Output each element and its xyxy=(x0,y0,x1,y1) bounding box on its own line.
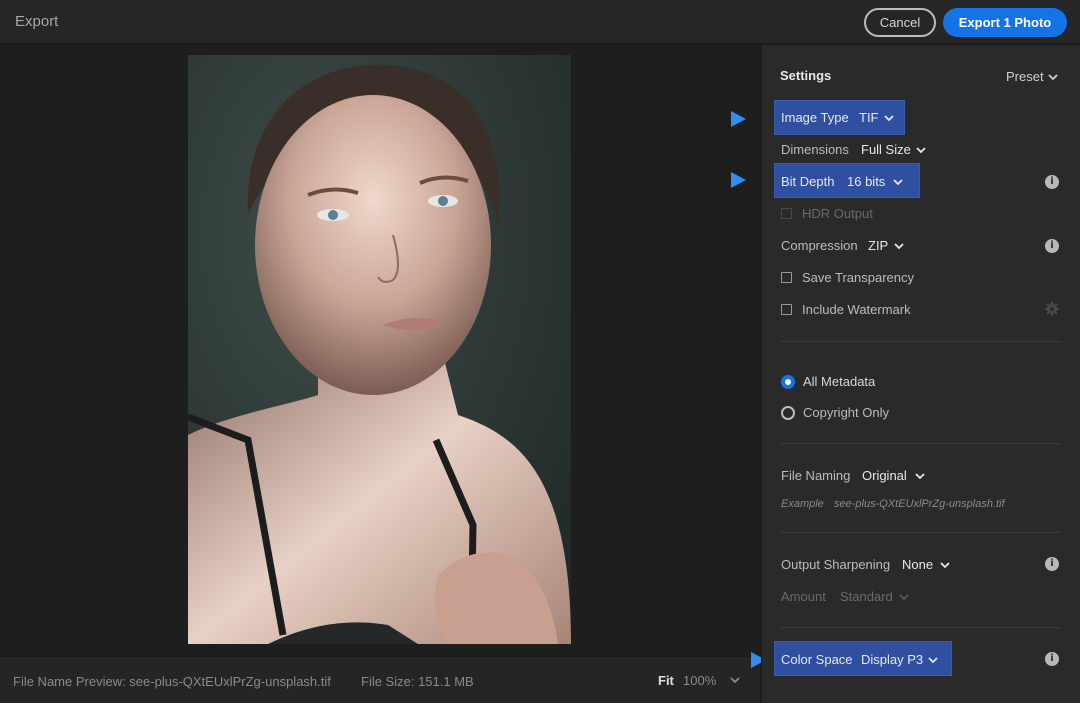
chevron-down-icon[interactable] xyxy=(939,560,951,570)
amount-label: Amount xyxy=(781,589,826,604)
info-icon[interactable]: i xyxy=(1045,652,1059,666)
hdr-output-label: HDR Output xyxy=(802,206,873,221)
chevron-down-icon[interactable] xyxy=(893,241,905,251)
chevron-down-icon[interactable] xyxy=(927,655,939,665)
chevron-down-icon[interactable] xyxy=(892,177,904,187)
all-metadata-radio[interactable] xyxy=(781,375,795,389)
gear-icon[interactable] xyxy=(1044,301,1060,317)
file-name-preview: File Name Preview: see-plus-QXtEUxlPrZg-… xyxy=(13,674,331,689)
fit-button[interactable]: Fit xyxy=(658,673,674,688)
chevron-down-icon[interactable] xyxy=(883,113,895,123)
info-icon[interactable]: i xyxy=(1045,557,1059,571)
pointer-arrow-icon xyxy=(731,172,746,188)
settings-header: Settings xyxy=(780,68,832,83)
chevron-down-icon[interactable] xyxy=(729,673,741,687)
pointer-arrow-icon xyxy=(731,111,746,127)
dimensions-dropdown[interactable]: Full Size xyxy=(861,142,911,157)
image-type-dropdown[interactable]: TIF xyxy=(859,110,879,125)
info-icon[interactable]: i xyxy=(1045,239,1059,253)
compression-dropdown[interactable]: ZIP xyxy=(868,238,888,253)
include-watermark-checkbox[interactable] xyxy=(781,304,792,315)
chevron-down-icon[interactable] xyxy=(914,471,926,481)
save-transparency-checkbox[interactable] xyxy=(781,272,792,283)
divider xyxy=(780,627,1061,628)
photo-preview xyxy=(188,55,571,644)
bit-depth-label: Bit Depth xyxy=(781,174,835,189)
example-value: see-plus-QXtEUxlPrZg-unsplash.tif xyxy=(834,498,1005,510)
color-space-dropdown[interactable]: Display P3 xyxy=(861,652,923,667)
dimensions-label: Dimensions xyxy=(781,142,849,157)
output-sharpening-dropdown[interactable]: None xyxy=(902,557,933,572)
portrait-image xyxy=(188,55,571,644)
file-size: File Size: 151.1 MB xyxy=(361,674,474,689)
zoom-level[interactable]: 100% xyxy=(683,673,716,688)
status-bar: File Name Preview: see-plus-QXtEUxlPrZg-… xyxy=(0,656,760,703)
color-space-label: Color Space xyxy=(781,652,853,667)
chevron-down-icon[interactable] xyxy=(915,145,927,155)
settings-panel: Settings Preset Image Type TIF Dimension… xyxy=(761,45,1080,703)
output-sharpening-label: Output Sharpening xyxy=(781,557,891,572)
divider xyxy=(780,532,1061,533)
hdr-output-checkbox[interactable] xyxy=(781,208,792,219)
save-transparency-label: Save Transparency xyxy=(802,270,915,285)
export-button[interactable]: Export 1 Photo xyxy=(943,8,1067,37)
copyright-only-radio[interactable] xyxy=(781,406,795,420)
chevron-down-icon[interactable] xyxy=(1047,72,1059,82)
title-bar: Export Cancel Export 1 Photo xyxy=(0,0,1080,44)
divider xyxy=(780,341,1061,342)
chevron-down-icon[interactable] xyxy=(898,592,910,602)
preset-dropdown[interactable]: Preset xyxy=(1006,69,1044,84)
bit-depth-dropdown[interactable]: 16 bits xyxy=(847,174,885,189)
compression-label: Compression xyxy=(781,238,858,253)
example-label: Example xyxy=(781,498,824,510)
cancel-button[interactable]: Cancel xyxy=(864,8,936,37)
preview-area xyxy=(0,45,760,655)
amount-dropdown[interactable]: Standard xyxy=(840,589,893,604)
info-icon[interactable]: i xyxy=(1045,175,1059,189)
file-naming-dropdown[interactable]: Original xyxy=(862,468,907,483)
window-title: Export xyxy=(15,13,59,30)
copyright-only-label: Copyright Only xyxy=(803,405,889,420)
file-naming-label: File Naming xyxy=(781,468,851,483)
all-metadata-label: All Metadata xyxy=(803,374,876,389)
divider xyxy=(780,443,1061,444)
image-type-label: Image Type xyxy=(781,110,849,125)
include-watermark-label: Include Watermark xyxy=(802,302,911,317)
